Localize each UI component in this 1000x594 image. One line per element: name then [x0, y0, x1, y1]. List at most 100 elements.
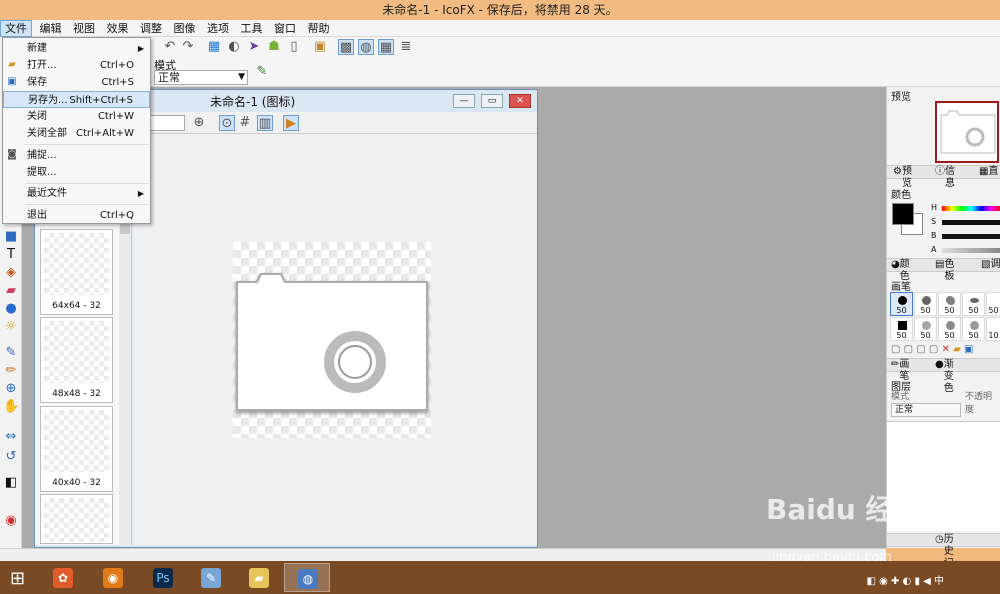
- brush-preset[interactable]: 50: [914, 317, 937, 341]
- menu-item-recent[interactable]: 最近文件 ▶: [3, 185, 150, 202]
- redo-icon[interactable]: ↷: [180, 39, 196, 55]
- size-thumb-40[interactable]: 40x40 - 32: [40, 406, 113, 492]
- tab-info[interactable]: ⓘ 信息: [935, 166, 955, 189]
- tab-brush[interactable]: ✏ 画笔: [891, 359, 909, 382]
- copy-brush-icon[interactable]: ▢: [916, 344, 925, 355]
- undo-icon[interactable]: ↶: [162, 39, 178, 55]
- ball-icon[interactable]: ◍: [358, 39, 374, 55]
- taskbar-app[interactable]: ✿: [40, 563, 86, 592]
- brush-preset[interactable]: 50: [938, 317, 961, 341]
- taskbar-app[interactable]: Ps: [140, 563, 186, 592]
- menu-view[interactable]: 视图: [69, 20, 99, 37]
- tab-swatches[interactable]: ▤ 色板: [935, 259, 954, 282]
- menu-options[interactable]: 选项: [203, 20, 233, 37]
- maximize-button[interactable]: ▭: [481, 94, 503, 108]
- tab-color[interactable]: ◕ 颜色: [891, 259, 910, 282]
- minimize-button[interactable]: —: [453, 94, 475, 108]
- hue-slider[interactable]: [942, 206, 1000, 211]
- brush-preset[interactable]: 50: [914, 292, 937, 316]
- checker-icon[interactable]: ▩: [338, 39, 354, 55]
- tab-gradient[interactable]: ● 渐变色: [935, 359, 954, 394]
- grid-icon[interactable]: ▦: [378, 39, 394, 55]
- menu-help[interactable]: 帮助: [304, 20, 334, 37]
- close-button[interactable]: ✕: [509, 94, 531, 108]
- menu-edit[interactable]: 编辑: [36, 20, 66, 37]
- brush-preset[interactable]: 50: [986, 292, 1000, 316]
- menu-item-extract[interactable]: 提取...: [3, 164, 150, 181]
- menu-item-save-as[interactable]: 另存为... Shift+Ctrl+S: [3, 91, 150, 108]
- menu-item-close-all[interactable]: 关闭全部 Ctrl+Alt+W: [3, 125, 150, 142]
- blur-tool-icon[interactable]: ●: [3, 301, 19, 317]
- menu-image[interactable]: 图像: [170, 20, 200, 37]
- open-brush-icon[interactable]: ▰: [953, 344, 961, 355]
- menu-item-exit[interactable]: 退出 Ctrl+Q: [3, 207, 150, 224]
- grid-toggle-icon[interactable]: #: [237, 115, 253, 131]
- taskbar-app-icofx[interactable]: ◍: [284, 563, 330, 592]
- tray-icons[interactable]: ◧ ◉ ✚ ◐ ▮ ◀: [866, 576, 934, 587]
- preview-toggle-icon[interactable]: ▶: [283, 115, 299, 131]
- menu-adjust[interactable]: 调整: [136, 20, 166, 37]
- mask-tool-icon[interactable]: ◉: [3, 513, 19, 529]
- foreground-color-swatch[interactable]: [892, 203, 914, 225]
- size-thumb-48[interactable]: 48x48 - 32: [40, 317, 113, 403]
- menu-window[interactable]: 窗口: [270, 20, 300, 37]
- brush-preset[interactable]: 50: [890, 292, 913, 316]
- zoom-icon[interactable]: ⊕: [191, 115, 207, 131]
- eyedropper-icon[interactable]: ✎: [254, 64, 270, 80]
- android-icon[interactable]: ☗: [266, 39, 282, 55]
- delete-brush-icon[interactable]: ✕: [942, 344, 950, 355]
- tab-preview[interactable]: ⚙ 预览: [893, 166, 912, 189]
- menu-tools[interactable]: 工具: [237, 20, 267, 37]
- mobile-icon[interactable]: ▯: [286, 39, 302, 55]
- taskbar-app[interactable]: ▰: [236, 563, 282, 592]
- text-tool-icon[interactable]: T: [3, 247, 19, 263]
- color-swap-icon[interactable]: ◧: [3, 475, 19, 491]
- image-folder-icon[interactable]: ▣: [312, 39, 328, 55]
- menu-item-capture[interactable]: ◙ 捕捉...: [3, 147, 150, 164]
- apple-icon[interactable]: ◐: [226, 39, 242, 55]
- menu-effects[interactable]: 效果: [103, 20, 133, 37]
- icon-canvas[interactable]: [233, 242, 431, 438]
- brush-preset[interactable]: 50: [938, 292, 961, 316]
- rotate-tool-icon[interactable]: ↺: [3, 449, 19, 465]
- picker-tool-icon[interactable]: ✎: [3, 345, 19, 361]
- layers-mode-select[interactable]: 正常: [891, 403, 961, 417]
- rectangle-tool-icon[interactable]: ■: [3, 229, 19, 245]
- layers-icon[interactable]: ≣: [398, 39, 414, 55]
- taskbar-app[interactable]: ✎: [188, 563, 234, 592]
- taskbar-app[interactable]: ◉: [90, 563, 136, 592]
- brightness-slider[interactable]: [942, 234, 1000, 239]
- menu-item-open[interactable]: ▰ 打开... Ctrl+O: [3, 57, 150, 74]
- tab-adjust[interactable]: ▧ 调: [981, 259, 1000, 271]
- fill-tool-icon[interactable]: ◈: [3, 265, 19, 281]
- duplicate-brush-icon[interactable]: ▢: [904, 344, 913, 355]
- menu-item-save[interactable]: ▣ 保存 Ctrl+S: [3, 74, 150, 91]
- eraser-tool-icon[interactable]: ▰: [3, 283, 19, 299]
- zoom-tool-icon[interactable]: ⊕: [3, 381, 19, 397]
- brush-preset[interactable]: 50: [962, 317, 985, 341]
- hand-tool-icon[interactable]: ✋: [3, 399, 19, 415]
- brush-preset[interactable]: 10: [986, 317, 1000, 341]
- tab-histogram[interactable]: ▦ 直: [979, 166, 998, 178]
- brush-preset[interactable]: 50: [890, 317, 913, 341]
- save-brush-icon[interactable]: ▣: [964, 344, 973, 355]
- alpha-slider[interactable]: [942, 248, 1000, 253]
- size-thumb-64[interactable]: 64x64 - 32: [40, 229, 113, 315]
- bulb-tool-icon[interactable]: ☼: [3, 319, 19, 335]
- new-brush-icon[interactable]: ▢: [891, 344, 900, 355]
- zoom-fit-icon[interactable]: ⊙: [219, 115, 235, 131]
- menu-item-new[interactable]: 新建 ▶: [3, 40, 150, 57]
- menu-item-close[interactable]: 关闭 Ctrl+W: [3, 108, 150, 125]
- mode-select[interactable]: 正常 ▼: [154, 70, 248, 85]
- start-button[interactable]: ⊞: [10, 568, 25, 589]
- ime-indicator[interactable]: 中: [934, 576, 944, 587]
- tab-history[interactable]: ◷ 历史记录: [935, 534, 954, 581]
- menu-file[interactable]: 文件: [0, 20, 32, 37]
- cursor-icon[interactable]: ➤: [246, 39, 262, 55]
- resize-tool-icon[interactable]: ⇔: [3, 429, 19, 445]
- brush-preset[interactable]: 50: [962, 292, 985, 316]
- saturation-slider[interactable]: [942, 220, 1000, 225]
- panel-toggle-icon[interactable]: ▥: [257, 115, 273, 131]
- windows-icon[interactable]: ▦: [206, 39, 222, 55]
- size-thumb-32[interactable]: [40, 494, 113, 544]
